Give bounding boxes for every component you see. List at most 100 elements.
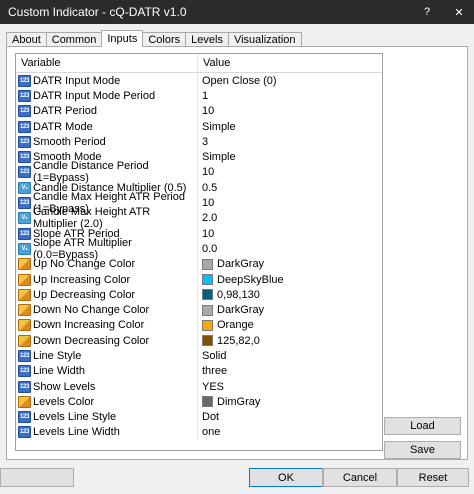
table-row[interactable]: 123 Line Width three — [16, 363, 382, 379]
value-cell[interactable]: 10 — [198, 165, 382, 180]
tab-colors[interactable]: Colors — [142, 32, 187, 47]
value-cell[interactable]: 3 — [198, 134, 382, 149]
value-cell[interactable]: Orange — [198, 318, 382, 333]
tab-levels[interactable]: Levels — [185, 32, 229, 47]
header-value[interactable]: Value — [198, 54, 382, 72]
value-cell[interactable]: Simple — [198, 149, 382, 164]
save-button[interactable]: Save — [384, 441, 461, 459]
value-cell[interactable]: DeepSkyBlue — [198, 272, 382, 287]
tab-visualization[interactable]: Visualization — [227, 32, 302, 47]
table-row[interactable]: Up No Change Color DarkGray — [16, 256, 382, 272]
value-cell[interactable]: 0.5 — [198, 180, 382, 195]
value-text: 0.5 — [202, 181, 218, 194]
table-row[interactable]: 123 Levels Line Style Dot — [16, 409, 382, 425]
color-swatch — [202, 258, 213, 270]
int-icon: 123 — [18, 227, 31, 240]
tab-common[interactable]: Common — [45, 32, 103, 47]
variable-cell: Down No Change Color — [16, 302, 198, 318]
variable-label: Up Decreasing Color — [33, 288, 136, 301]
double-icon: V₂ — [18, 212, 31, 225]
table-row[interactable]: Up Increasing Color DeepSkyBlue — [16, 271, 382, 288]
header-variable[interactable]: Variable — [16, 54, 198, 72]
cancel-button[interactable]: Cancel — [323, 468, 397, 487]
load-button[interactable]: Load — [384, 417, 461, 435]
color-icon — [18, 273, 31, 286]
grid-rows: 123 DATR Input Mode Open Close (0) 123 DATR … — [16, 73, 382, 441]
value-text: YES — [202, 380, 225, 393]
inputs-grid[interactable]: Variable Value 123 DATR Input Mode Open Cl… — [15, 53, 383, 451]
value-cell[interactable]: DarkGray — [198, 257, 382, 272]
variable-label: Levels Line Style — [33, 411, 117, 424]
window-title: Custom Indicator - cQ-DATR v1.0 — [8, 5, 187, 19]
table-row[interactable]: Up Decreasing Color 0,98,130 — [16, 287, 382, 303]
variable-label: Down Increasing Color — [33, 319, 145, 332]
table-row[interactable]: 123 Levels Line Width one — [16, 424, 382, 441]
table-row[interactable]: 123 Candle Distance Period (1=Bypass) 10 — [16, 160, 382, 184]
value-text: Dot — [202, 411, 220, 424]
value-cell[interactable]: Dot — [198, 410, 382, 425]
value-cell[interactable]: 0,98,130 — [198, 287, 382, 302]
value-cell[interactable]: 1 — [198, 88, 382, 103]
help-button[interactable]: ? — [412, 0, 442, 24]
tab-inputs[interactable]: Inputs — [101, 30, 144, 47]
title-bar: Custom Indicator - cQ-DATR v1.0 ? ✕ — [0, 0, 474, 24]
variable-label: Down Decreasing Color — [33, 334, 150, 347]
table-row[interactable]: Down No Change Color DarkGray — [16, 302, 382, 318]
reset-button[interactable]: Reset — [397, 468, 469, 487]
table-row[interactable]: V₂ Slope ATR Multiplier (0.0=Bypass) 0.0 — [16, 237, 382, 261]
variable-cell: V₂ Slope ATR Multiplier (0.0=Bypass) — [16, 237, 198, 261]
table-row[interactable]: 123 Show Levels YES — [16, 378, 382, 395]
table-row[interactable]: 123 DATR Input Mode Open Close (0) — [16, 73, 382, 89]
value-cell[interactable]: DarkGray — [198, 302, 382, 317]
value-text: Simple — [202, 151, 236, 164]
int-icon: 123 — [18, 135, 31, 148]
value-cell[interactable]: three — [198, 364, 382, 379]
int-icon: 123 — [18, 426, 31, 439]
int-icon: 123 — [18, 411, 31, 424]
variable-label: Smooth Period — [33, 135, 106, 148]
double-icon: V₂ — [18, 242, 31, 255]
value-cell[interactable]: DimGray — [198, 394, 382, 409]
table-row[interactable]: 123 Line Style Solid — [16, 348, 382, 364]
value-cell[interactable]: YES — [198, 379, 382, 394]
value-cell[interactable]: 10 — [198, 226, 382, 241]
variable-cell: V₂ Candle Max Height ATR Multiplier (2.0) — [16, 206, 198, 230]
ok-button[interactable]: OK — [249, 468, 323, 487]
tab-about[interactable]: About — [6, 32, 47, 47]
value-text: 10 — [202, 105, 215, 118]
table-row[interactable]: 123 DATR Input Mode Period 1 — [16, 88, 382, 104]
value-text: Solid — [202, 349, 227, 362]
int-icon: 123 — [18, 151, 31, 164]
value-cell[interactable]: one — [198, 425, 382, 440]
table-row[interactable]: 123 DATR Period 10 — [16, 103, 382, 119]
int-icon: 123 — [18, 197, 31, 210]
int-icon: 123 — [18, 74, 31, 87]
variable-cell: 123 Line Style — [16, 348, 198, 364]
value-text: Orange — [217, 319, 254, 332]
table-row[interactable]: 123 Smooth Period 3 — [16, 134, 382, 150]
value-cell[interactable]: 125,82,0 — [198, 333, 382, 348]
value-cell[interactable]: Simple — [198, 119, 382, 134]
variable-cell: 123 Candle Distance Period (1=Bypass) — [16, 160, 198, 184]
variable-cell: Down Increasing Color — [16, 317, 198, 334]
value-cell[interactable]: Open Close (0) — [198, 73, 382, 88]
table-row[interactable]: V₂ Candle Max Height ATR Multiplier (2.0)… — [16, 206, 382, 230]
variable-cell: 123 Levels Line Style — [16, 409, 198, 425]
table-row[interactable]: Down Increasing Color Orange — [16, 317, 382, 334]
variable-label: Show Levels — [33, 380, 96, 393]
color-icon — [18, 334, 31, 347]
variable-cell: 123 Line Width — [16, 363, 198, 379]
table-row[interactable]: Down Decreasing Color 125,82,0 — [16, 333, 382, 349]
value-cell[interactable]: 0.0 — [198, 241, 382, 256]
variable-label: DATR Input Mode — [33, 74, 121, 87]
value-cell[interactable]: Solid — [198, 348, 382, 363]
value-cell[interactable]: 10 — [198, 195, 382, 210]
table-row[interactable]: 123 DATR Mode Simple — [16, 118, 382, 135]
value-cell[interactable]: 10 — [198, 104, 382, 119]
close-button[interactable]: ✕ — [444, 0, 474, 24]
color-icon — [18, 395, 31, 408]
table-row[interactable]: Levels Color DimGray — [16, 394, 382, 410]
int-icon: 123 — [18, 380, 31, 393]
value-text: 0.0 — [202, 242, 218, 255]
value-cell[interactable]: 2.0 — [198, 211, 382, 226]
